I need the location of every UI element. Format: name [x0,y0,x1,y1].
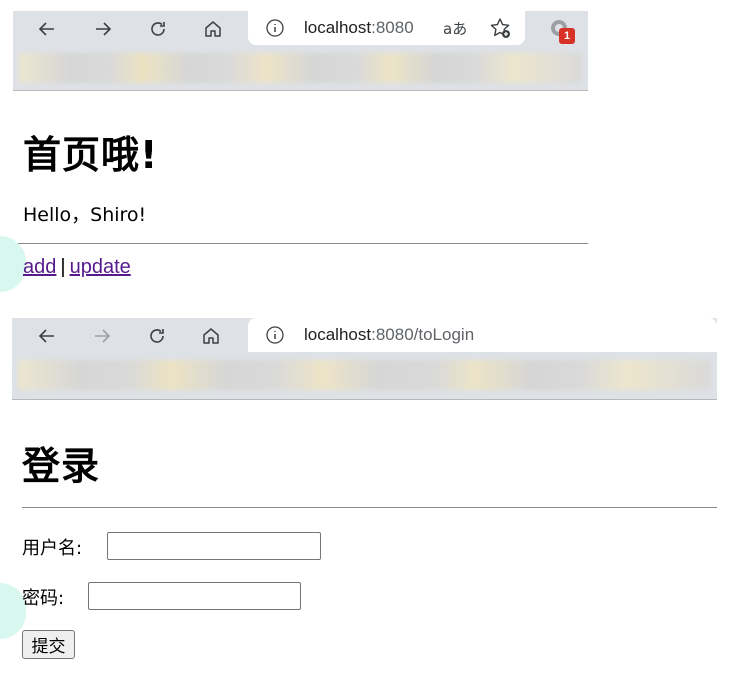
update-link[interactable]: update [70,256,131,278]
password-label: 密码: [22,588,65,609]
refresh-button[interactable] [143,15,173,43]
home-icon [205,21,221,37]
back-arrow-icon [38,22,54,36]
favorite-star-icon[interactable] [488,16,512,40]
refresh-icon [151,22,165,36]
bookmarks-bar[interactable] [18,360,711,390]
home-icon [203,328,219,344]
back-button[interactable] [32,15,62,43]
forward-button[interactable] [88,15,118,43]
extension-badge: 1 [559,28,575,44]
home-page-screenshot: localhost:8080 aあ 1 首页哦! Hello，Shiro! ad… [0,0,732,300]
username-input[interactable] [107,532,321,560]
link-separator: | [60,256,66,278]
add-link[interactable]: add [23,256,56,278]
login-page-screenshot: localhost:8080/toLogin 登录 用户名: 密码: 提交 [0,308,732,679]
password-input[interactable] [88,582,301,610]
greeting-text: Hello，Shiro! [23,204,147,226]
home-button[interactable] [198,15,228,43]
forward-arrow-icon [95,329,111,343]
url-text: localhost:8080 [304,18,414,37]
browser-chrome: localhost:8080 aあ 1 [13,11,588,91]
page-title: 首页哦! [23,133,159,177]
username-label: 用户名: [22,538,83,559]
refresh-button[interactable] [142,322,172,350]
forward-button[interactable] [87,322,117,350]
link-row: add | update [23,256,131,279]
info-icon[interactable] [264,324,286,346]
page-title: 登录 [22,444,101,488]
address-bar[interactable]: localhost:8080 [248,11,525,45]
browser-toolbar: localhost:8080 aあ 1 [13,11,588,47]
browser-toolbar: localhost:8080/toLogin [12,318,717,354]
back-arrow-icon [38,329,54,343]
read-aloud-icon[interactable]: aあ [443,18,467,39]
refresh-icon [150,329,164,343]
info-icon[interactable] [264,17,286,39]
browser-chrome: localhost:8080/toLogin [12,318,717,400]
forward-arrow-icon [96,22,112,36]
address-bar[interactable]: localhost:8080/toLogin [248,318,717,352]
home-button[interactable] [196,322,226,350]
divider [22,507,717,508]
divider [13,243,588,244]
url-text: localhost:8080/toLogin [304,325,475,344]
bookmarks-bar[interactable] [19,53,582,83]
back-button[interactable] [32,322,62,350]
submit-button[interactable]: 提交 [22,630,75,659]
